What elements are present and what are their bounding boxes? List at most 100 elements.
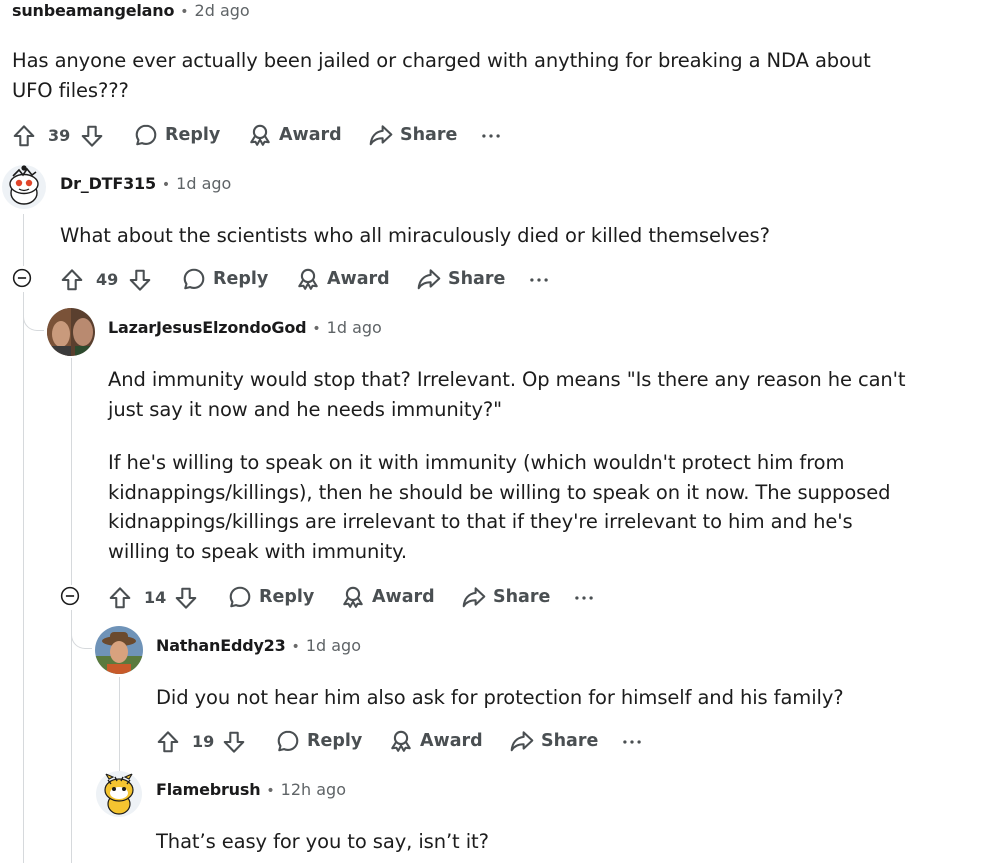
avatar[interactable] (47, 308, 95, 356)
thread-elbow-lazar (23, 296, 44, 331)
reply-button[interactable]: Reply (182, 267, 268, 291)
meta-separator: • (291, 639, 300, 655)
upvote-arrow-icon[interactable] (12, 124, 36, 148)
share-arrow-icon (416, 267, 442, 291)
comment-username[interactable]: sunbeamangelano (12, 1, 174, 20)
comment-timestamp[interactable]: 1d ago (176, 174, 231, 193)
comment-meta: sunbeamangelano • 2d ago (12, 1, 250, 20)
award-button[interactable]: Award (296, 267, 390, 291)
speech-bubble-icon (228, 585, 252, 609)
upvote-arrow-icon[interactable] (108, 586, 132, 610)
vote-count: 49 (96, 270, 119, 289)
comment-body-line: kidnappings/killings are irrelevant to t… (108, 510, 853, 533)
award-label: Award (420, 731, 483, 751)
reply-button[interactable]: Reply (228, 585, 314, 609)
award-label: Award (327, 269, 390, 289)
thread-elbow-nathan (71, 614, 92, 649)
meta-separator: • (161, 177, 171, 193)
photo-avatar-icon (47, 308, 95, 356)
avatar[interactable] (95, 770, 143, 818)
thread-line-nathan (119, 677, 120, 722)
comment-username[interactable]: Flamebrush (156, 780, 261, 799)
comment-timestamp[interactable]: 2d ago (195, 1, 250, 20)
comment-timestamp[interactable]: 12h ago (281, 780, 346, 799)
reply-label: Reply (165, 125, 221, 145)
share-arrow-icon (368, 123, 394, 147)
award-ribbon-icon (296, 267, 320, 291)
speech-bubble-icon (276, 729, 300, 753)
thread-line-dr (23, 214, 24, 266)
comment-timestamp[interactable]: 1d ago (327, 318, 382, 337)
collapse-minus-icon[interactable] (12, 268, 32, 288)
award-button[interactable]: Award (389, 729, 483, 753)
award-ribbon-icon (389, 729, 413, 753)
reply-button[interactable]: Reply (276, 729, 362, 753)
vote-count: 39 (48, 126, 71, 145)
share-arrow-icon (461, 585, 487, 609)
upvote-arrow-icon[interactable] (60, 268, 84, 292)
comment-body-line: And immunity would stop that? Irrelevant… (108, 368, 906, 391)
more-options-icon[interactable] (479, 124, 503, 148)
comment-body: And immunity would stop that? Irrelevant… (108, 365, 968, 566)
comment-body-line: Has anyone ever actually been jailed or … (12, 49, 871, 72)
speech-bubble-icon (134, 123, 158, 147)
thread-line-dr-children (23, 292, 24, 863)
comment-actions: 19 Reply Award Share (156, 728, 676, 756)
comment-meta: Flamebrush • 12h ago (156, 780, 346, 799)
avatar[interactable] (95, 626, 143, 674)
snoo-avatar-icon (2, 165, 46, 209)
comment-body-line: What about the scientists who all miracu… (60, 224, 770, 247)
comment-meta: LazarJesusElzondoGod • 1d ago (108, 318, 382, 337)
share-label: Share (400, 125, 458, 145)
comment-body-line: If he's willing to speak on it with immu… (108, 451, 845, 474)
share-button[interactable]: Share (416, 267, 505, 291)
share-button[interactable]: Share (461, 585, 550, 609)
collapse-minus-icon[interactable] (60, 586, 80, 606)
snoo-tiger-avatar-icon (96, 771, 142, 817)
thread-line-lazar (71, 358, 72, 585)
downvote-arrow-icon[interactable] (174, 586, 198, 610)
comment-body-line: That’s easy for you to say, isn’t it? (156, 830, 489, 853)
comment-timestamp[interactable]: 1d ago (306, 636, 361, 655)
comment-actions: 14 Reply Award Share (108, 584, 628, 612)
comment-username[interactable]: NathanEddy23 (156, 636, 286, 655)
thread-line-lazar-children (71, 610, 72, 863)
share-button[interactable]: Share (368, 123, 457, 147)
comment-meta: NathanEddy23 • 1d ago (156, 636, 361, 655)
downvote-arrow-icon[interactable] (80, 124, 104, 148)
award-button[interactable]: Award (341, 585, 435, 609)
comment-body: What about the scientists who all miracu… (60, 221, 960, 251)
reply-button[interactable]: Reply (134, 123, 220, 147)
more-options-icon[interactable] (572, 586, 596, 610)
share-label: Share (541, 731, 599, 751)
comment-body: Has anyone ever actually been jailed or … (12, 46, 912, 105)
vote-count: 19 (192, 732, 215, 751)
meta-separator: • (266, 783, 275, 799)
meta-separator: • (180, 4, 189, 20)
avatar[interactable] (1, 164, 47, 210)
award-label: Award (279, 125, 342, 145)
comment-username[interactable]: LazarJesusElzondoGod (108, 318, 307, 337)
share-label: Share (448, 269, 506, 289)
comment-body: That’s easy for you to say, isn’t it? (156, 827, 976, 857)
comment-body-line: kidnappings/killings), then he should be… (108, 480, 891, 504)
downvote-arrow-icon[interactable] (128, 268, 152, 292)
share-arrow-icon (509, 729, 535, 753)
comment-body-line: Did you not hear him also ask for protec… (156, 686, 844, 709)
reply-label: Reply (307, 731, 363, 751)
reply-label: Reply (259, 587, 315, 607)
comment-username[interactable]: Dr_DTF315 (60, 174, 156, 193)
comment-body-line: willing to speak with immunity. (108, 539, 407, 563)
award-ribbon-icon (248, 123, 272, 147)
more-options-icon[interactable] (527, 268, 551, 292)
downvote-arrow-icon[interactable] (222, 730, 246, 754)
comment-actions: 39 Reply Award Share (12, 122, 532, 150)
share-button[interactable]: Share (509, 729, 598, 753)
share-label: Share (493, 587, 551, 607)
speech-bubble-icon (182, 267, 206, 291)
more-options-icon[interactable] (620, 730, 644, 754)
comment-meta: Dr_DTF315 • 1d ago (60, 174, 231, 193)
photo-avatar-icon (95, 626, 143, 674)
award-button[interactable]: Award (248, 123, 342, 147)
upvote-arrow-icon[interactable] (156, 730, 180, 754)
